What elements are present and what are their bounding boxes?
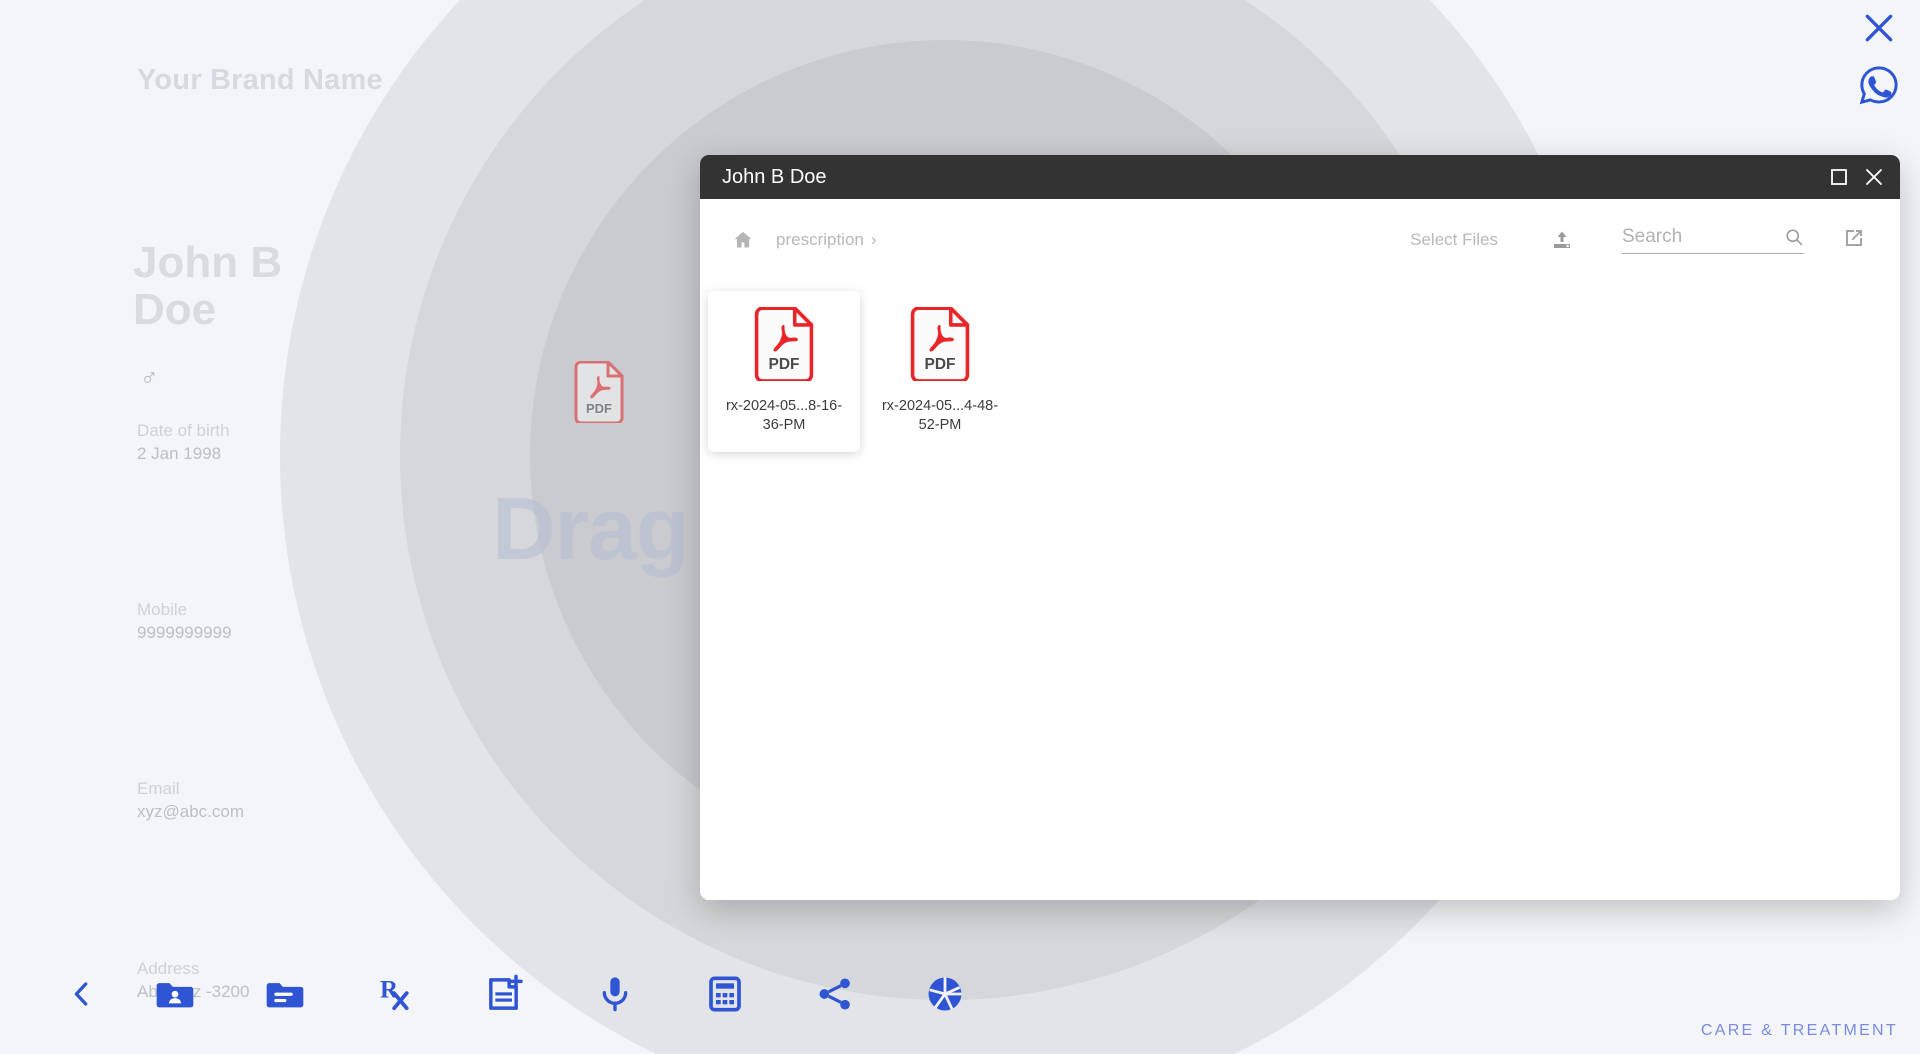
svg-text:PDF: PDF xyxy=(769,356,800,373)
drag-label: Drag xyxy=(492,479,689,578)
prescription-rx-icon[interactable]: R xyxy=(340,974,450,1014)
upload-icon[interactable] xyxy=(1550,228,1574,252)
note-add-icon[interactable] xyxy=(450,974,560,1014)
male-symbol-icon: ♂ xyxy=(140,364,159,392)
search-icon[interactable] xyxy=(1784,227,1804,247)
app-root: Your Brand Name John B Doe ♂ Date of bir… xyxy=(0,0,1920,1054)
file-name: rx-2024-05...4-48-52-PM xyxy=(881,398,999,433)
field-value: 9999999999 xyxy=(137,622,232,642)
field-value: xyz@abc.com xyxy=(137,801,245,821)
share-icon[interactable] xyxy=(780,974,890,1014)
search-field[interactable] xyxy=(1622,226,1804,254)
toolbar-right-group: Select Files xyxy=(1410,226,1866,254)
back-chevron-icon[interactable] xyxy=(44,979,120,1009)
maximize-icon[interactable] xyxy=(1830,168,1848,186)
svg-text:PDF: PDF xyxy=(586,401,612,416)
file-item[interactable]: PDF rx-2024-05...4-48-52-PM xyxy=(864,291,1016,452)
pdf-file-icon: PDF xyxy=(753,307,815,381)
folder-patient-icon[interactable] xyxy=(120,974,230,1014)
window-buttons xyxy=(1830,167,1884,187)
field-value: 2 Jan 1998 xyxy=(137,443,222,463)
search-input[interactable] xyxy=(1622,226,1762,248)
top-right-actions xyxy=(1858,8,1900,106)
dialog-title: John B Doe xyxy=(722,165,827,188)
bottom-toolbar: R xyxy=(0,934,1370,1054)
svg-text:PDF: PDF xyxy=(925,356,956,373)
close-icon[interactable] xyxy=(1864,167,1884,187)
home-icon[interactable] xyxy=(732,229,754,251)
dialog-body: prescription › Select Files Search PDF r… xyxy=(700,199,1900,900)
file-manager-toolbar: prescription › Select Files xyxy=(700,199,1900,281)
calculator-icon[interactable] xyxy=(670,974,780,1014)
folder-notes-icon[interactable] xyxy=(230,974,340,1014)
patient-field-email: Email xyz@abc.com xyxy=(137,778,244,824)
camera-aperture-icon[interactable] xyxy=(890,973,1000,1015)
microphone-icon[interactable] xyxy=(560,974,670,1014)
breadcrumb-label: prescription xyxy=(776,230,864,249)
file-grid: PDF rx-2024-05...8-16-36-PM PDF rx-2024-… xyxy=(700,281,1900,453)
file-manager-dialog: John B Doe prescription › Select Files S… xyxy=(700,155,1900,900)
close-icon[interactable] xyxy=(1859,8,1899,48)
patient-field-mobile: Mobile 9999999999 xyxy=(137,599,232,645)
breadcrumb-item-prescription[interactable]: prescription › xyxy=(776,230,877,250)
field-label: Email xyxy=(137,779,180,798)
brand-name: Your Brand Name xyxy=(137,64,383,96)
footer-tagline: CARE & TREATMENT xyxy=(1700,1022,1898,1039)
chevron-right-icon: › xyxy=(870,230,877,249)
dialog-titlebar[interactable]: John B Doe xyxy=(700,155,1900,199)
field-label: Mobile xyxy=(137,600,188,619)
patient-field-date-of-birth: Date of birth 2 Jan 1998 xyxy=(137,420,230,466)
svg-text:R: R xyxy=(380,976,399,1003)
open-in-new-icon[interactable] xyxy=(1842,226,1866,250)
file-name: rx-2024-05...8-16-36-PM xyxy=(725,398,843,433)
patient-name: John B Doe xyxy=(133,238,283,334)
select-files-button[interactable]: Select Files xyxy=(1410,230,1498,250)
drag-ghost-pdf-icon: PDF xyxy=(573,361,625,423)
whatsapp-icon[interactable] xyxy=(1858,64,1900,106)
breadcrumb: prescription › xyxy=(722,229,877,251)
pdf-file-icon: PDF xyxy=(909,307,971,381)
field-label: Date of birth xyxy=(137,421,230,440)
file-item[interactable]: PDF rx-2024-05...8-16-36-PM xyxy=(708,291,860,453)
